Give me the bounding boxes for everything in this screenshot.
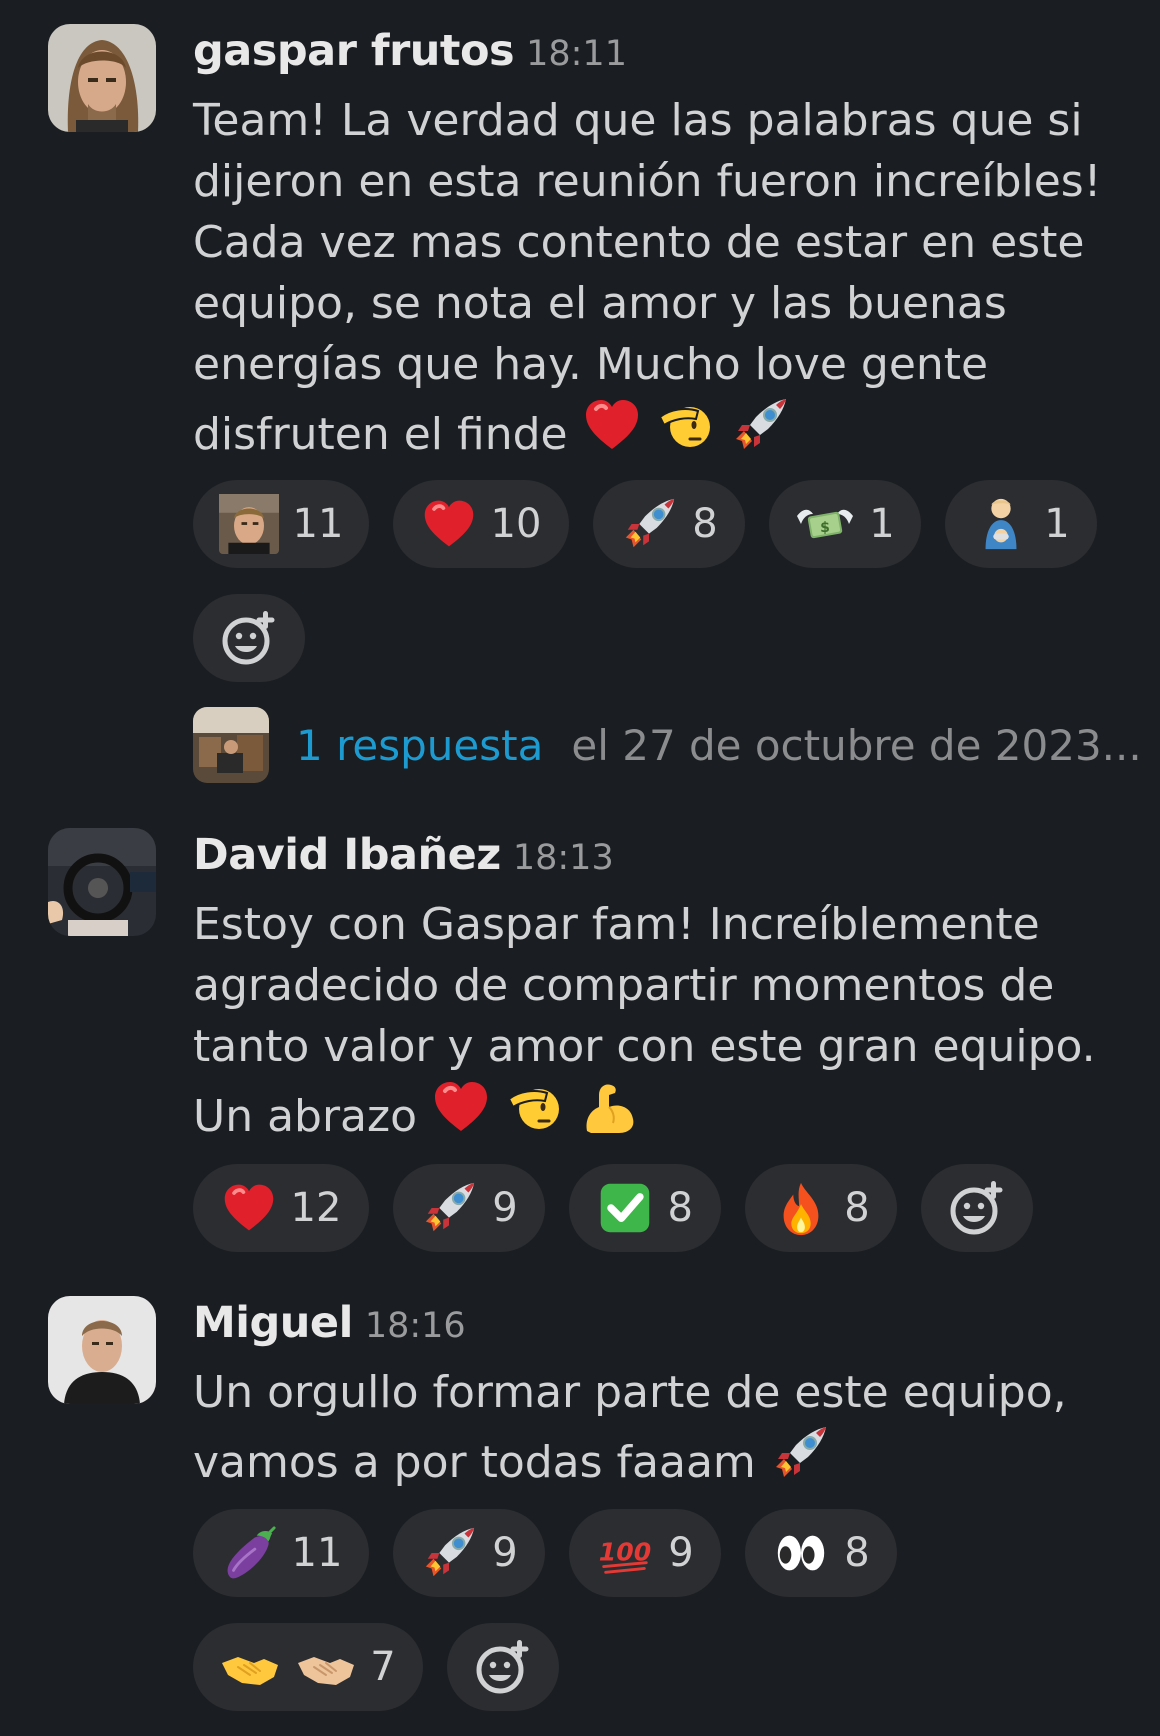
message-line-text: Un abrazo (193, 1091, 418, 1142)
reaction-count: 9 (492, 1185, 518, 1231)
reaction-baby-bottle-person[interactable]: 1 (945, 480, 1097, 568)
author-name[interactable]: Miguel (193, 1298, 353, 1348)
reaction-custom-face[interactable]: 11 (193, 480, 369, 568)
reaction-count: 8 (692, 501, 718, 547)
reaction-count: 10 (490, 501, 542, 547)
avatar[interactable] (48, 1296, 156, 1404)
reaction-red-heart[interactable]: 10 (393, 480, 569, 568)
reaction-count: 8 (844, 1530, 870, 1576)
reaction-hundred-points[interactable]: 9 (569, 1509, 721, 1597)
reaction-bar-row2 (193, 594, 329, 682)
check-mark-button-icon (597, 1178, 654, 1238)
add-reaction-button[interactable] (921, 1164, 1033, 1252)
thread-reply-avatar (193, 707, 269, 783)
rocket-icon (420, 1178, 478, 1238)
message-text: Team! La verdad que las palabras que si … (193, 90, 1133, 465)
thread-last-reply-date: el 27 de octubre de 2023... (571, 720, 1142, 770)
timestamp[interactable]: 18:13 (513, 838, 614, 878)
reaction-rocket[interactable]: 8 (593, 480, 745, 568)
author-name[interactable]: gaspar frutos (193, 26, 515, 76)
message-text: Estoy con Gaspar fam! Increíblemente agr… (193, 894, 1133, 1147)
handshake-skin-tone-icon (296, 1637, 356, 1697)
rocket-icon (420, 1523, 478, 1583)
reaction-bar: 12 9 8 8 (193, 1164, 1033, 1252)
reaction-eggplant[interactable]: 11 (193, 1509, 369, 1597)
message-line: Estoy con Gaspar fam! Increíblemente (193, 899, 1040, 950)
message-line: agradecido de compartir momentos de (193, 960, 1055, 1011)
reaction-rocket[interactable]: 9 (393, 1164, 545, 1252)
custom-face-emoji-icon (218, 494, 279, 554)
message-line-last: Un abrazo (193, 1077, 1133, 1147)
eyes-icon (772, 1523, 830, 1583)
message-line-text: disfruten el finde (193, 409, 568, 460)
saluting-face-icon (505, 1077, 565, 1137)
message-header: David Ibañez 18:13 (193, 830, 614, 880)
message-header: gaspar frutos 18:11 (193, 26, 627, 76)
red-heart-icon (582, 395, 642, 455)
reaction-bar-row2: 7 (193, 1623, 559, 1711)
timestamp[interactable]: 18:16 (365, 1306, 466, 1346)
rocket-icon (620, 494, 678, 554)
reaction-handshake[interactable]: 7 (193, 1623, 423, 1711)
message-line: Un orgullo formar parte de este equipo, (193, 1367, 1067, 1418)
reaction-count: 12 (290, 1185, 342, 1231)
message-line: tanto valor y amor con este gran equipo. (193, 1021, 1096, 1072)
reaction-count: 1 (1044, 501, 1070, 547)
red-heart-icon (421, 494, 477, 554)
reaction-count: 7 (370, 1644, 396, 1690)
reaction-check-mark-button[interactable]: 8 (569, 1164, 721, 1252)
money-with-wings-icon (795, 494, 855, 554)
add-reaction-button[interactable] (193, 594, 305, 682)
message-line: Team! La verdad que las palabras que si (193, 95, 1083, 146)
flexed-biceps-icon (579, 1077, 639, 1137)
add-reaction-icon (473, 1637, 533, 1697)
reaction-count: 8 (667, 1185, 693, 1231)
reaction-count: 11 (292, 501, 344, 547)
baby-bottle-person-icon (972, 494, 1030, 554)
avatar[interactable] (48, 24, 156, 132)
reaction-money-with-wings[interactable]: 1 (769, 480, 921, 568)
rocket-icon (770, 1423, 830, 1483)
message-line: dijeron en esta reunión fueron increíble… (193, 156, 1102, 207)
reaction-count: 11 (291, 1530, 343, 1576)
rocket-icon (730, 395, 790, 455)
message-header: Miguel 18:16 (193, 1298, 466, 1348)
message-line-text: vamos a por todas faaam (193, 1437, 756, 1488)
thread-replies-link[interactable]: 1 respuesta (296, 721, 543, 770)
add-reaction-button[interactable] (447, 1623, 559, 1711)
thread-summary[interactable]: 1 respuesta el 27 de octubre de 2023... (193, 707, 1142, 783)
reaction-count: 9 (668, 1530, 694, 1576)
message-line: equipo, se nota el amor y las buenas (193, 278, 1007, 329)
reaction-rocket[interactable]: 9 (393, 1509, 545, 1597)
avatar[interactable] (48, 828, 156, 936)
red-heart-icon (431, 1077, 491, 1137)
message-line-last: disfruten el finde (193, 395, 1133, 465)
red-heart-icon (221, 1178, 277, 1238)
eggplant-icon (220, 1523, 278, 1583)
message-line-last: vamos a por todas faaam (193, 1423, 1133, 1493)
reaction-red-heart[interactable]: 12 (193, 1164, 369, 1252)
saluting-face-icon (656, 395, 716, 455)
add-reaction-icon (219, 608, 279, 668)
message-line: Cada vez mas contento de estar en este (193, 217, 1085, 268)
reaction-count: 9 (492, 1530, 518, 1576)
message-line: energías que hay. Mucho love gente (193, 339, 989, 390)
reaction-count: 1 (869, 501, 895, 547)
message-text: Un orgullo formar parte de este equipo, … (193, 1362, 1133, 1493)
reaction-count: 8 (844, 1185, 870, 1231)
reaction-bar: 11 10 8 1 1 (193, 480, 1097, 568)
reaction-fire[interactable]: 8 (745, 1164, 897, 1252)
add-reaction-icon (947, 1178, 1007, 1238)
hundred-points-icon (596, 1523, 654, 1583)
timestamp[interactable]: 18:11 (526, 34, 627, 74)
reaction-eyes[interactable]: 8 (745, 1509, 897, 1597)
fire-icon (772, 1178, 830, 1238)
reaction-bar: 11 9 9 8 (193, 1509, 897, 1597)
handshake-icon (220, 1637, 280, 1697)
author-name[interactable]: David Ibañez (193, 830, 501, 880)
